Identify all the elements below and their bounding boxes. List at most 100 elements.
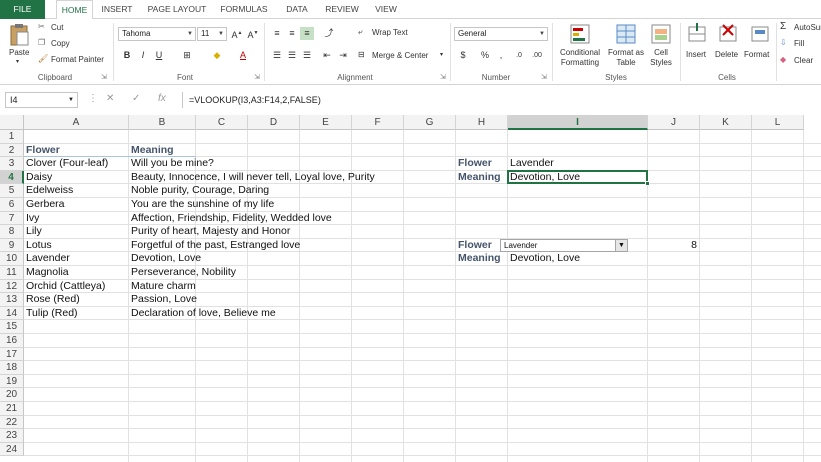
flower-dropdown[interactable]: Lavender ▼ [500, 238, 628, 252]
fill-button[interactable]: ⇩ Fill [780, 38, 821, 51]
fill-handle[interactable] [645, 181, 650, 187]
row-header-20[interactable]: 20 [0, 388, 24, 402]
increase-decimal-icon[interactable]: .0 [512, 49, 526, 62]
row-header-5[interactable]: 5 [0, 184, 24, 198]
tab-page-layout[interactable]: PAGE LAYOUT [146, 0, 208, 19]
lookup-flower-value[interactable]: Lavender [508, 157, 554, 171]
copy-button[interactable]: ❐ Copy [38, 38, 78, 50]
row-header-24[interactable]: 24 [0, 442, 24, 457]
column-header-i[interactable]: I [508, 115, 648, 130]
row-header-19[interactable]: 19 [0, 374, 24, 389]
row-header-10[interactable]: 10 [0, 252, 24, 266]
borders-icon[interactable]: ⊞ [180, 49, 194, 62]
flower-cell[interactable]: Edelweiss [24, 184, 73, 198]
number-launcher-icon[interactable]: ⇲ [541, 73, 547, 81]
decrease-font-icon[interactable]: A▼ [246, 27, 260, 40]
cut-button[interactable]: ✂ Cut [38, 22, 78, 34]
number-format-select[interactable]: General ▼ [454, 27, 548, 41]
row-header-9[interactable]: 9 [0, 238, 24, 253]
flower-cell[interactable]: Lotus [24, 239, 52, 253]
align-center-icon[interactable]: ☰ [285, 49, 299, 62]
column-header-f[interactable]: F [352, 115, 404, 130]
row-header-15[interactable]: 15 [0, 320, 24, 334]
row-header-22[interactable]: 22 [0, 415, 24, 430]
decrease-decimal-icon[interactable]: .00 [530, 49, 544, 62]
autosum-button[interactable]: Σ AutoSum [780, 21, 821, 34]
flower-cell[interactable]: Rose (Red) [24, 293, 80, 307]
flower-cell[interactable]: Tulip (Red) [24, 307, 78, 321]
flower-cell[interactable]: Ivy [24, 212, 39, 226]
cancel-icon[interactable]: ✕ [106, 93, 114, 104]
increase-font-icon[interactable]: A▲ [230, 27, 244, 40]
format-painter-button[interactable]: 🖌 Format Painter [38, 54, 110, 66]
chevron-down-icon[interactable]: ▼ [615, 239, 627, 251]
tab-review[interactable]: REVIEW [323, 0, 361, 19]
clear-button[interactable]: ◆ Clear [780, 55, 821, 68]
cell-styles-button[interactable]: Cell Styles [646, 23, 676, 71]
tab-formulas[interactable]: FORMULAS [219, 0, 269, 19]
paste-button[interactable]: Paste ▾ [6, 23, 32, 69]
column-header-c[interactable]: C [196, 115, 248, 130]
flower-cell[interactable]: Lily [24, 225, 42, 239]
column-header-h[interactable]: H [456, 115, 508, 130]
fill-color-icon[interactable]: ◆ [210, 49, 224, 62]
column-header-l[interactable]: L [752, 115, 804, 130]
align-left-icon[interactable]: ☰ [270, 49, 284, 62]
row-header-23[interactable]: 23 [0, 429, 24, 443]
meaning-cell[interactable]: Perseverance, Nobility [129, 266, 236, 280]
meaning-cell[interactable]: Will you be mine? [129, 157, 214, 171]
row-header-6[interactable]: 6 [0, 198, 24, 212]
underline-icon[interactable]: U [152, 49, 166, 62]
row-header-16[interactable]: 16 [0, 334, 24, 348]
row-header-12[interactable]: 12 [0, 279, 24, 294]
clipboard-launcher-icon[interactable]: ⇲ [101, 73, 107, 81]
name-box[interactable]: I4 ▼ [5, 92, 78, 108]
meaning-cell[interactable]: Devotion, Love [129, 252, 201, 266]
orientation-icon[interactable]: ⤴ [322, 27, 336, 40]
font-size-select[interactable]: 11 ▼ [197, 27, 227, 41]
format-as-table-button[interactable]: Format as Table [606, 23, 646, 71]
decrease-indent-icon[interactable]: ⇤ [320, 49, 334, 62]
meaning-cell[interactable]: Mature charm [129, 280, 196, 294]
meaning-cell[interactable]: Declaration of love, Believe me [129, 307, 276, 321]
column-header-b[interactable]: B [129, 115, 196, 130]
align-right-icon[interactable]: ☰ [300, 49, 314, 62]
meaning-cell[interactable]: Beauty, Innocence, I will never tell, Lo… [129, 171, 375, 185]
align-top-icon[interactable]: ≡ [270, 27, 284, 40]
tab-file[interactable]: FILE [0, 0, 45, 19]
row-header-14[interactable]: 14 [0, 306, 24, 321]
dropdown-index-value[interactable]: 8 [648, 239, 700, 253]
row-header-3[interactable]: 3 [0, 157, 24, 171]
tab-view[interactable]: VIEW [371, 0, 401, 19]
font-name-select[interactable]: Tahoma ▼ [118, 27, 196, 41]
row-header-17[interactable]: 17 [0, 347, 24, 362]
meaning-cell[interactable]: You are the sunshine of my life [129, 198, 274, 212]
select-all-corner[interactable] [0, 115, 24, 130]
row-header-11[interactable]: 11 [0, 266, 24, 280]
meaning-cell[interactable]: Noble purity, Courage, Daring [129, 184, 269, 198]
alignment-launcher-icon[interactable]: ⇲ [440, 73, 446, 81]
conditional-formatting-button[interactable]: Conditional Formatting [556, 23, 604, 71]
column-header-g[interactable]: G [404, 115, 456, 130]
format-cells-button[interactable]: Format [744, 23, 774, 67]
comma-style-icon[interactable]: , [494, 49, 508, 62]
column-header-a[interactable]: A [24, 115, 129, 130]
meaning-cell[interactable]: Passion, Love [129, 293, 197, 307]
font-launcher-icon[interactable]: ⇲ [254, 73, 260, 81]
row-header-18[interactable]: 18 [0, 361, 24, 375]
merge-center-button[interactable]: ⊟ Merge & Center ▾ [358, 50, 448, 63]
row-header-4[interactable]: 4 [0, 170, 24, 185]
flower-cell[interactable]: Lavender [24, 252, 70, 266]
meaning-cell[interactable]: Purity of heart, Majesty and Honor [129, 225, 290, 239]
formula-input[interactable]: =VLOOKUP(I3,A3:F14,2,FALSE) [182, 92, 821, 108]
flower-cell[interactable]: Clover (Four-leaf) [24, 157, 108, 171]
row-header-2[interactable]: 2 [0, 143, 24, 158]
flower-cell[interactable]: Gerbera [24, 198, 65, 212]
increase-indent-icon[interactable]: ⇥ [336, 49, 350, 62]
row-header-21[interactable]: 21 [0, 402, 24, 416]
bold-icon[interactable]: B [120, 49, 134, 62]
row-header-7[interactable]: 7 [0, 211, 24, 226]
italic-icon[interactable]: I [136, 49, 150, 62]
column-header-j[interactable]: J [648, 115, 700, 130]
delete-cells-button[interactable]: Delete [713, 23, 743, 67]
